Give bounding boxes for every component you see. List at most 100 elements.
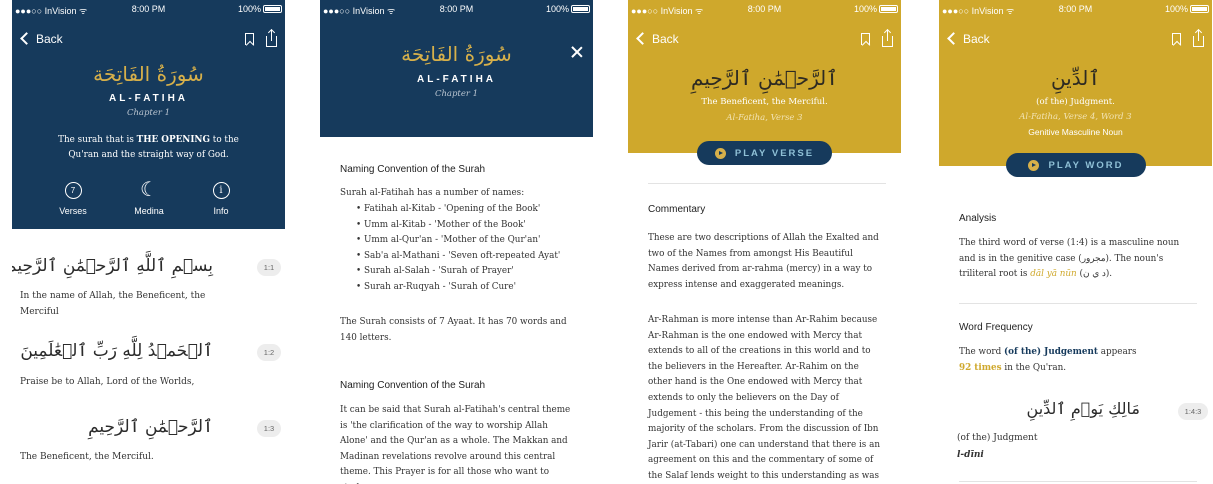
share-icon[interactable] [882, 30, 893, 47]
chapter-label: Chapter 1 [434, 89, 479, 99]
verse-number-badge: 1:1 [257, 259, 281, 276]
status-bar: ●●●○○ InVision ᯤ 8:00 PM 100% [320, 0, 593, 18]
list-item: Surah al-Salah - 'Surah of Prayer' [356, 264, 586, 280]
surah-arabic-title: سُورَةُ الفَاتِحَة [401, 42, 512, 66]
list-item: Sab'a al-Mathani - 'Seven oft-repeated A… [356, 249, 586, 265]
desc-text: The surah that is [58, 135, 137, 145]
section-title: Naming Convention of the Surah [340, 380, 486, 391]
stat-label: Verses [59, 206, 87, 216]
freq-count: 92 times [959, 362, 1002, 373]
verse-translation: Praise be to Allah, Lord of the Worlds, [20, 377, 195, 387]
verse-number-badge: 1:3 [257, 420, 281, 437]
battery-icon [263, 5, 282, 13]
crescent-icon: ☾ [140, 179, 158, 201]
verse-translation: The Beneficent, the Merciful. [20, 452, 154, 462]
commentary-paragraph: Ar-Rahman is more intense than Ar-Rahim … [648, 315, 880, 481]
verse-translation: The Beneficent, the Merciful. [701, 97, 828, 107]
list-item: Fatihah al-Kitab - 'Opening of the Book' [356, 202, 586, 218]
verse-translation: In the name of Allah, the Beneficent, th… [20, 291, 206, 317]
info-icon: i [212, 181, 230, 199]
verse-arabic: ٱلرَّحۡمَٰنِ ٱلرَّحِيمِ [88, 417, 213, 437]
root-letters: dāl yā nūn [1030, 269, 1077, 280]
word-number-badge: 1:4:3 [1178, 403, 1208, 420]
bookmark-icon[interactable] [1172, 33, 1181, 45]
share-icon[interactable] [1193, 30, 1204, 47]
names-intro: Surah al-Fatihah has a number of names: [340, 188, 525, 198]
bookmark-icon[interactable] [245, 33, 254, 45]
play-icon [714, 147, 726, 159]
chevron-left-icon [20, 32, 33, 45]
battery-percent: 100% [237, 4, 261, 14]
play-icon [1028, 159, 1040, 171]
back-button[interactable]: Back [636, 32, 679, 46]
example-transliteration: l-dīni [957, 450, 984, 460]
verse-arabic: ٱلۡحَمۡدُ لِلَّهِ رَبِّ ٱلۡعَٰلَمِينَ [20, 341, 213, 361]
word-reference: Al-Fatiha, Verse 4, Word 3 [1019, 112, 1132, 122]
freq-text: The word [959, 347, 1004, 357]
verse-reference: Al-Fatiha, Verse 3 [726, 113, 803, 123]
word-arabic: ٱلدِّينِ [1050, 66, 1101, 90]
commentary-title: Commentary [648, 204, 706, 215]
word-translation: (of the) Judgment. [1036, 97, 1115, 107]
verse-number-badge: 1:2 [257, 344, 281, 361]
example-arabic-text: مَالِكِ يَوۡمِ ٱلدِّينِ [1026, 399, 1140, 418]
stat-revelation[interactable]: ☾ Medina [114, 180, 184, 216]
desc-emphasis: THE OPENING [136, 135, 210, 145]
verse-detail-screen: ●●●○○ InVision ᯤ 8:00 PM 100% Back ٱلرَّ… [628, 0, 901, 484]
status-bar: ●●●○○ InVision ᯤ 8:00 PM 100% [12, 0, 285, 18]
list-item: Surah ar-Ruqyah - 'Surah of Cure' [356, 280, 586, 296]
surah-name: AL-FATIHA [108, 93, 189, 104]
divider [959, 303, 1197, 304]
chevron-left-icon [636, 32, 649, 45]
names-list: Fatihah al-Kitab - 'Opening of the Book'… [356, 202, 586, 296]
status-bar: ●●●○○ InVision ᯤ 8:00 PM 100% [628, 0, 901, 18]
battery-icon [571, 5, 590, 13]
example-arabic: مَالِكِ يَوۡمِ ٱلدِّينِ [1027, 399, 1140, 418]
analysis-root-arabic: (د ي ن). [1076, 269, 1113, 280]
back-button[interactable]: Back [20, 32, 63, 46]
battery-percent: 100% [1164, 4, 1188, 14]
verse-arabic: ٱلرَّحۡمَٰنِ ٱلرَّحِيمِ [691, 66, 838, 90]
back-label: Back [652, 32, 679, 46]
battery-percent: 100% [545, 4, 569, 14]
freq-text: in the Qu'ran. [1001, 362, 1067, 373]
word-grammar: Genitive Masculine Noun [1028, 127, 1123, 137]
stat-label: Medina [134, 206, 164, 216]
verse-count-icon: 7 [64, 181, 82, 199]
stat-label: Info [213, 206, 229, 216]
back-label: Back [36, 32, 63, 46]
analysis-text: The third word of verse (1:4) is a mascu… [959, 236, 1195, 283]
back-button[interactable]: Back [947, 32, 990, 46]
share-icon[interactable] [266, 30, 277, 47]
play-label: PLAY VERSE [734, 147, 815, 159]
bookmark-icon[interactable] [861, 33, 870, 45]
battery-icon [879, 5, 898, 13]
verse-arabic: بِسۡمِ ٱللَّهِ ٱلرَّحۡمَٰنِ ٱلرَّحِيمِ [12, 256, 213, 276]
surah-overview-screen: ●●●○○ InVision ᯤ 8:00 PM 100% Back سُورَ… [12, 0, 285, 484]
battery-icon [1190, 5, 1209, 13]
surah-info-screen: ●●●○○ InVision ᯤ 8:00 PM 100% سُورَةُ ال… [320, 0, 593, 484]
divider [648, 183, 886, 184]
chapter-label: Chapter 1 [126, 108, 171, 118]
surah-header [320, 0, 593, 137]
chevron-left-icon [947, 32, 960, 45]
commentary-paragraph: These are two descriptions of Allah the … [648, 233, 879, 290]
status-bar: ●●●○○ InVision ᯤ 8:00 PM 100% [939, 0, 1212, 18]
analysis-title: Analysis [959, 213, 997, 224]
frequency-text: The word (of the) Judgement appears 92 ti… [959, 345, 1195, 376]
play-word-button[interactable]: PLAY WORD [1006, 153, 1146, 177]
list-item: Umm al-Qur'an - 'Mother of the Qur'an' [356, 233, 586, 249]
section-title: Naming Convention of the Surah [340, 164, 486, 175]
stat-info[interactable]: i Info [186, 180, 256, 216]
list-item: Umm al-Kitab - 'Mother of the Book' [356, 218, 586, 234]
freq-word: (of the) Judgement [1004, 347, 1098, 357]
surah-name: AL-FATIHA [416, 74, 497, 85]
surah-description: The surah that is THE OPENING to the Qu'… [42, 133, 255, 163]
word-detail-screen: ●●●○○ InVision ᯤ 8:00 PM 100% Back ٱلدِّ… [939, 0, 1212, 484]
stat-verses[interactable]: 7 Verses [38, 180, 108, 216]
freq-text: appears [1097, 347, 1137, 357]
battery-percent: 100% [853, 4, 877, 14]
play-verse-button[interactable]: PLAY VERSE [697, 141, 832, 165]
surah-arabic-title: سُورَةُ الفَاتِحَة [93, 62, 204, 86]
theme-text: It can be said that Surah al-Fatihah's c… [340, 405, 571, 484]
